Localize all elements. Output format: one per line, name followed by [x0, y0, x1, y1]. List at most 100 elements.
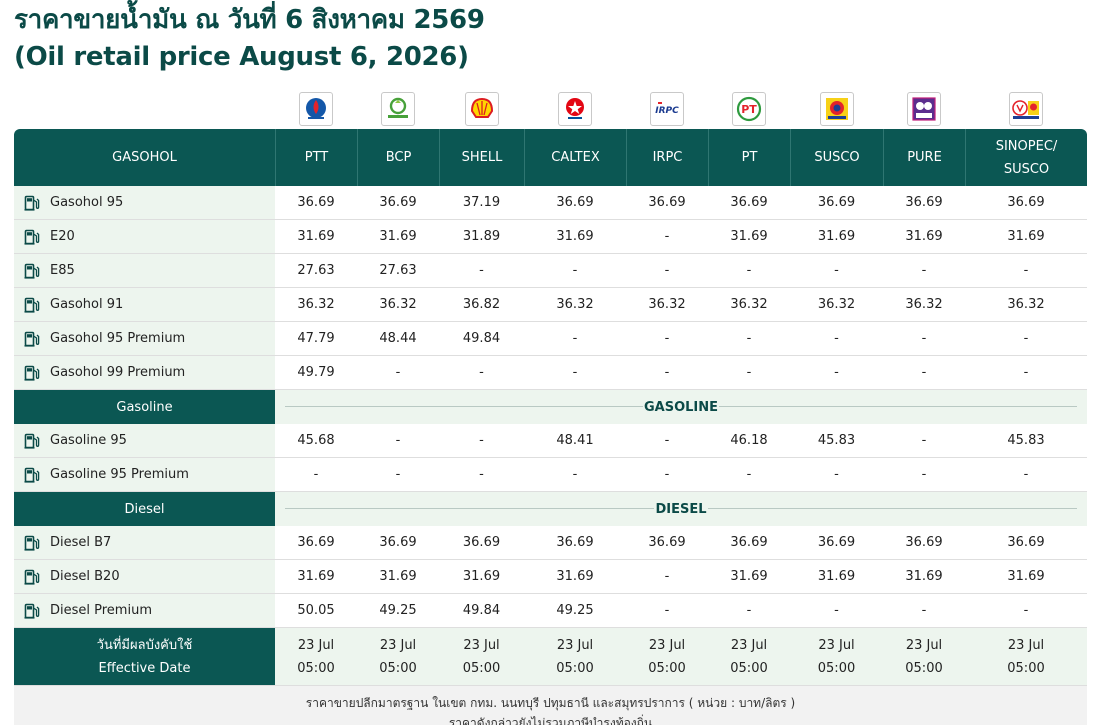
column-header-brand: SHELL [439, 129, 524, 186]
price-cell: - [395, 433, 401, 448]
price-cell: - [746, 365, 752, 380]
fuel-type-label: Diesel B7 [50, 535, 112, 550]
column-header-brand: IRPC [626, 129, 708, 186]
fuel-pump-icon [24, 195, 40, 211]
fuel-type-cell: Gasoline 95 [14, 424, 275, 457]
price-cell: 36.32 [817, 297, 856, 312]
price-cell: 50.05 [297, 603, 335, 618]
effective-date: 23 Jul [1007, 637, 1045, 653]
price-cell: 36.69 [817, 195, 856, 210]
effective-date: 23 Jul [297, 637, 335, 653]
fuel-type-cell: Diesel B7 [14, 526, 275, 559]
price-cell: 48.44 [379, 331, 417, 346]
price-cell: 36.69 [648, 535, 686, 550]
table-body: Gasohol 95 36.69 36.69 37.19 36.69 36.69 36.69… [14, 186, 1087, 628]
price-cell: - [834, 603, 839, 618]
price-cell: - [313, 467, 319, 482]
price-cell: 36.32 [1007, 297, 1045, 312]
fuel-pump-icon [24, 263, 40, 279]
price-cell: 36.82 [462, 297, 501, 312]
svg-text:IRPC: IRPC [655, 106, 679, 116]
price-cell: - [1023, 603, 1029, 618]
price-cell: - [834, 331, 839, 346]
fuel-pump-icon [24, 229, 40, 245]
price-cell: - [395, 365, 401, 380]
price-cell: - [479, 263, 484, 278]
fuel-pump-icon [24, 297, 40, 313]
price-cell: 49.25 [556, 603, 594, 618]
column-header-brand: SINOPEC/SUSCO [965, 129, 1087, 186]
price-cell: 36.69 [379, 535, 417, 550]
price-cell: 31.69 [297, 569, 335, 584]
price-cell: 31.69 [730, 229, 768, 244]
fuel-pump-icon [24, 365, 40, 381]
price-cell: 36.69 [297, 535, 335, 550]
footnote-line-2: ราคาดังกล่าวยังไม่รวมภาษีบำรุงท้องถิ่น [448, 716, 653, 725]
price-cell: 36.69 [817, 535, 856, 550]
fuel-type-cell: E20 [14, 220, 275, 253]
price-cell: 47.79 [297, 331, 335, 346]
price-cell: - [921, 263, 927, 278]
price-cell: 31.69 [817, 229, 856, 244]
price-cell: 31.89 [462, 229, 501, 244]
fuel-type-cell: Gasohol 99 Premium [14, 356, 275, 389]
title-thai: ราคาขายน้ำมัน ณ วันที่ 6 สิงหาคม 2569 [14, 5, 485, 35]
price-cell: 45.68 [297, 433, 335, 448]
section-title: GASOLINE [642, 399, 720, 415]
effective-time: 05:00 [297, 660, 335, 676]
effective-time: 05:00 [462, 660, 501, 676]
price-cell: - [664, 603, 670, 618]
price-cell: - [572, 365, 578, 380]
effective-time: 05:00 [556, 660, 594, 676]
effective-time: 05:00 [379, 660, 417, 676]
effective-date: 23 Jul [556, 637, 594, 653]
price-cell: 31.69 [1007, 569, 1045, 584]
effective-date-label-en: Effective Date [98, 660, 191, 676]
price-cell: 36.69 [297, 195, 335, 210]
fuel-type-cell: Gasohol 91 [14, 288, 275, 321]
fuel-pump-icon [24, 467, 40, 483]
price-cell: 49.79 [297, 365, 335, 380]
fuel-pump-icon [24, 603, 40, 619]
price-cell: 31.69 [817, 569, 856, 584]
table-row: Gasohol 95 36.69 36.69 37.19 36.69 36.69 36.69… [14, 186, 1087, 220]
price-cell: 36.32 [905, 297, 943, 312]
price-cell: 36.32 [730, 297, 768, 312]
price-cell: - [1023, 331, 1029, 346]
effective-date: 23 Jul [463, 637, 500, 653]
table-row: Gasohol 95 Premium 47.79 48.44 49.84 - - - - - - [14, 322, 1087, 356]
table-row: Gasohol 91 36.32 36.32 36.82 36.32 36.32 36.32… [14, 288, 1087, 322]
effective-date-cell: 23 Jul 05:00 [965, 628, 1087, 685]
effective-date-cell: 23 Jul 05:00 [275, 628, 357, 685]
fuel-type-label: E20 [50, 229, 75, 244]
price-cell: - [572, 263, 578, 278]
effective-date-cell: 23 Jul 05:00 [790, 628, 883, 685]
price-cell: 31.69 [297, 229, 335, 244]
section-label: Diesel [14, 492, 275, 526]
price-cell: - [921, 433, 927, 448]
table-row: Gasoline 95 45.68 - - 48.41 - 46.18 45.83 - 45.83 [14, 424, 1087, 458]
price-cell: - [572, 467, 578, 482]
price-cell: - [834, 263, 839, 278]
price-cell: 36.69 [648, 195, 686, 210]
price-cell: 36.69 [1007, 535, 1045, 550]
fuel-pump-icon [24, 433, 40, 449]
effective-date: 23 Jul [730, 637, 768, 653]
table-header: GASOHOL PTT BCP SHELL CALTEX IRPC PT SUSCO PURE S… [14, 129, 1087, 186]
effective-date: 23 Jul [379, 637, 417, 653]
fuel-type-label: Gasohol 95 [50, 195, 124, 210]
effective-date-cell: 23 Jul 05:00 [524, 628, 626, 685]
price-cell: - [834, 365, 839, 380]
column-header-brand: CALTEX [524, 129, 626, 186]
fuel-type-cell: Gasohol 95 Premium [14, 322, 275, 355]
fuel-type-label: Diesel B20 [50, 569, 120, 584]
footnote: ราคาขายปลีกมาตรฐาน ในเขต กทม. นนทบุรี ปท… [14, 685, 1087, 725]
price-cell: - [572, 331, 578, 346]
effective-date-label-th: วันที่มีผลบังคับใช้ [96, 637, 193, 653]
effective-date-cell: 23 Jul 05:00 [357, 628, 439, 685]
table-row: Gasohol 99 Premium 49.79 - - - - - - - - [14, 356, 1087, 390]
brand-logo-row: IRPC PT [14, 90, 1087, 129]
header-gasohol-label: GASOHOL [112, 150, 177, 165]
price-cell: - [664, 569, 670, 584]
price-cell: - [479, 433, 484, 448]
